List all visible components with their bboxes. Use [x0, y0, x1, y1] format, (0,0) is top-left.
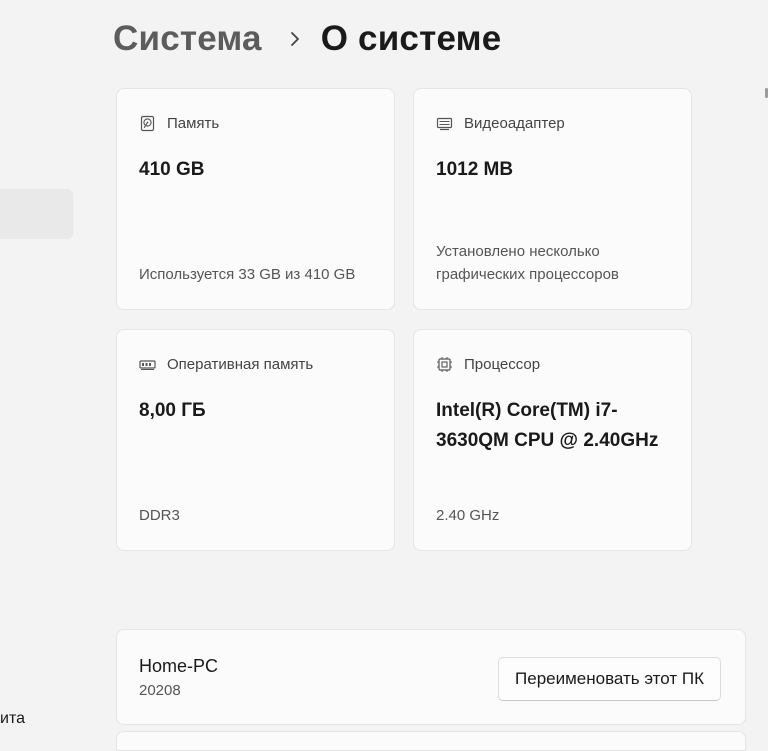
sidebar-item-partial[interactable]: ита	[0, 710, 40, 728]
storage-card-title: Память	[167, 115, 220, 132]
storage-card-header: Память	[139, 115, 219, 132]
breadcrumb: Система О системе	[113, 16, 501, 62]
cpu-card-header: Процессор	[436, 356, 540, 373]
ram-card-header: Оперативная память	[139, 356, 313, 373]
cpu-detail: 2.40 GHz	[436, 507, 500, 524]
ram-value: 8,00 ГБ	[139, 400, 206, 421]
hard-drive-icon	[140, 115, 155, 132]
next-settings-row[interactable]	[116, 731, 746, 751]
cpu-card-title: Процессор	[464, 356, 541, 373]
rename-pc-button[interactable]: Переименовать этот ПК	[498, 657, 721, 701]
gpu-card-title: Видеоадаптер	[464, 115, 565, 132]
ram-card: Оперативная память 8,00 ГБ DDR3	[116, 329, 395, 551]
storage-value: 410 GB	[139, 159, 205, 180]
breadcrumb-parent[interactable]: Система	[113, 19, 262, 59]
gpu-detail: Установлено несколько графических процес…	[436, 243, 619, 283]
storage-detail: Используется 33 GB из 410 GB	[139, 266, 356, 283]
pc-subtitle: 20208	[139, 682, 181, 699]
chevron-right-icon	[287, 31, 303, 47]
cpu-value: Intel(R) Core(TM) i7-3630QM CPU @ 2.40GH…	[436, 400, 659, 451]
storage-card: Память 410 GB Используется 33 GB из 410 …	[116, 88, 395, 310]
pc-name-row: Home-PC 20208 Переименовать этот ПК	[116, 629, 746, 725]
processor-chip-icon	[437, 357, 452, 372]
sidebar-selected-item[interactable]	[0, 189, 73, 239]
memory-module-icon	[139, 360, 156, 370]
ram-detail: DDR3	[139, 507, 180, 524]
gpu-card-header: Видеоадаптер	[436, 115, 565, 132]
gpu-value: 1012 MB	[436, 159, 514, 180]
ram-card-title: Оперативная память	[167, 356, 314, 373]
page-title: О системе	[320, 19, 502, 58]
cpu-card: Процессор Intel(R) Core(TM) i7-3630QM CP…	[413, 329, 692, 551]
pc-name: Home-PC	[139, 656, 219, 676]
display-adapter-icon	[436, 117, 453, 131]
gpu-card: Видеоадаптер 1012 MB Установлено несколь…	[413, 88, 692, 310]
